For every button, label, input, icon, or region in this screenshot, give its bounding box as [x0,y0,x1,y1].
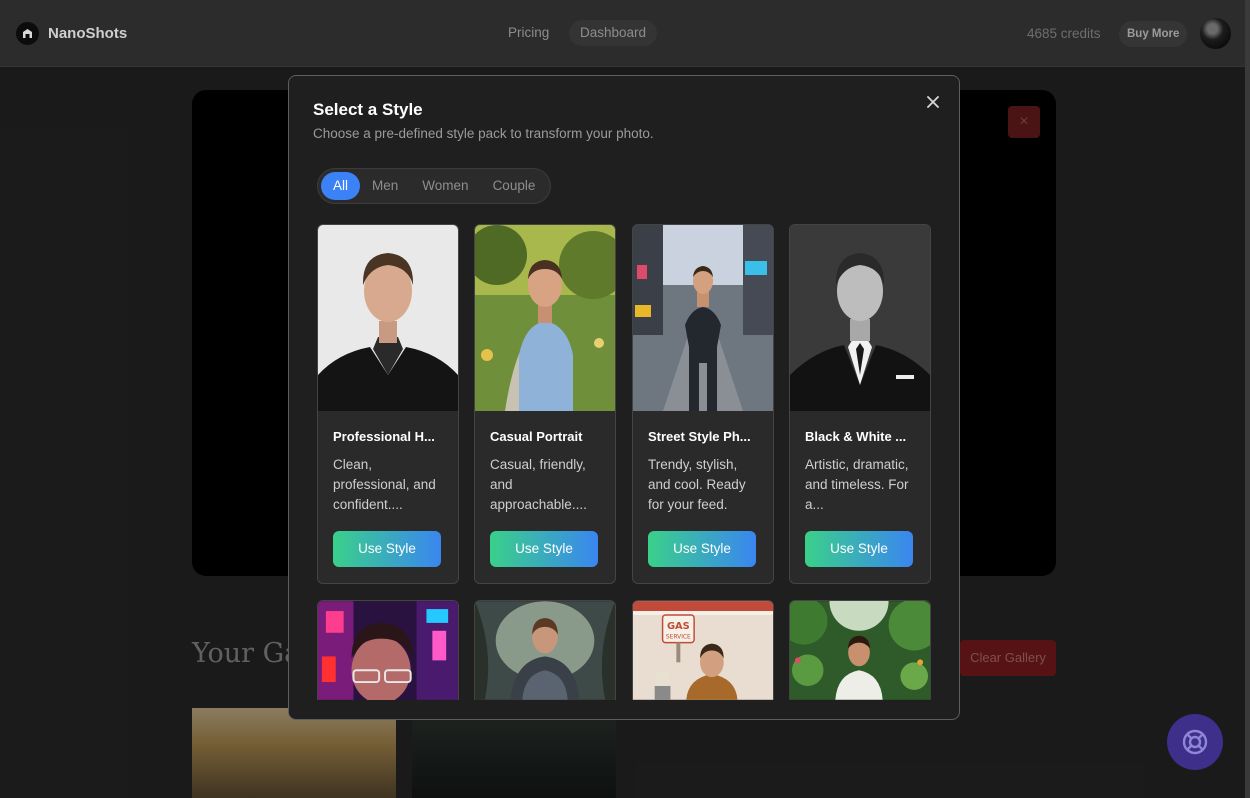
gas-sign-text: GAS [667,621,690,632]
style-card-title: Casual Portrait [490,429,583,444]
credits-count: 4685 credits [1027,26,1101,41]
nav-dashboard[interactable]: Dashboard [569,20,658,46]
brand-name: NanoShots [48,25,128,42]
use-style-button[interactable]: Use Style [648,531,756,567]
style-preview-image [475,225,615,411]
style-preview-image [475,601,615,700]
tab-couple[interactable]: Couple [481,172,548,200]
tab-men[interactable]: Men [360,172,410,200]
style-card-title: Black & White ... [805,429,907,444]
style-card-description: Clean, professional, and confident.... [333,457,436,512]
style-preview-image [633,225,773,411]
close-icon [927,96,939,108]
tab-women[interactable]: Women [410,172,480,200]
style-preview-image [790,601,930,700]
buy-more-button[interactable]: Buy More [1119,21,1188,47]
top-navigation-bar: NanoShots Pricing Dashboard 4685 credits… [0,0,1250,67]
style-card-retro[interactable]: GAS SERVICE [632,600,774,700]
brand-logo[interactable]: NanoShots [16,22,127,45]
tab-all[interactable]: All [321,172,361,200]
style-preview-image [318,225,458,411]
style-card-tropical[interactable] [789,600,931,700]
style-card-black-white[interactable]: Black & White ... Artistic, dramatic, an… [789,224,931,584]
style-card-description: Trendy, stylish, and cool. Ready for you… [648,457,746,512]
nav-pricing[interactable]: Pricing [497,20,560,46]
help-button[interactable] [1167,714,1223,770]
modal-title: Select a Style [313,100,423,119]
style-preview-image: GAS SERVICE [633,601,773,700]
service-sign-text: SERVICE [666,635,691,641]
style-preview-image [318,601,458,700]
style-card-title: Street Style Ph... [648,429,751,444]
category-tabs: All Men Women Couple [317,168,552,204]
use-style-button[interactable]: Use Style [490,531,598,567]
style-card-cyberpunk[interactable] [317,600,459,700]
logo-icon [16,22,39,45]
select-style-modal: Select a Style Choose a pre-defined styl… [288,75,960,720]
style-card-description: Casual, friendly, and approachable.... [490,457,587,512]
style-card-fantasy[interactable] [474,600,616,700]
lifebuoy-icon [1182,729,1208,755]
style-card-street[interactable]: Street Style Ph... Trendy, stylish, and … [632,224,774,584]
style-card-description: Artistic, dramatic, and timeless. For a.… [805,457,909,512]
use-style-button[interactable]: Use Style [805,531,913,567]
modal-close-button[interactable] [923,92,943,112]
style-card-casual[interactable]: Casual Portrait Casual, friendly, and ap… [474,224,616,584]
modal-subtitle: Choose a pre-defined style pack to trans… [313,126,654,141]
user-avatar[interactable] [1200,18,1231,49]
page-scrollbar[interactable] [1245,0,1250,798]
use-style-button[interactable]: Use Style [333,531,441,567]
style-card-professional[interactable]: Professional H... Clean, professional, a… [317,224,459,584]
style-preview-image [790,225,930,411]
style-card-title: Professional H... [333,429,435,444]
